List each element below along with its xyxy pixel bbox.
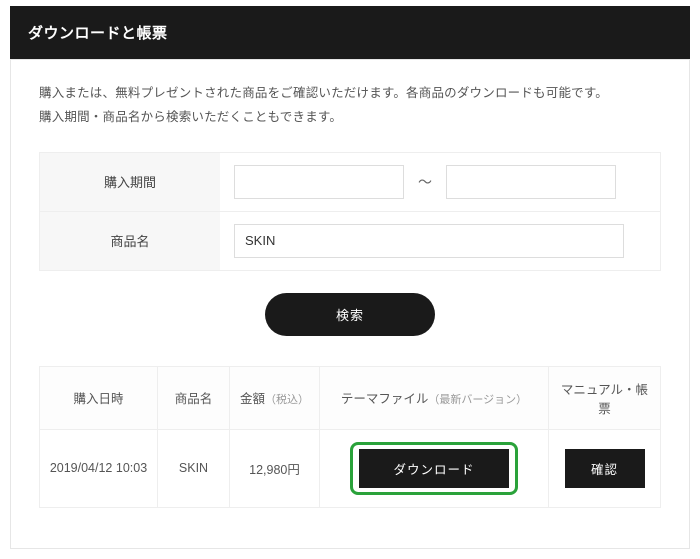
- results-table: 購入日時 商品名 金額（税込） テーマファイル（最新バージョン） マニュアル・帳…: [39, 366, 661, 508]
- intro-line-2: 購入期間・商品名から検索いただくこともできます。: [39, 106, 661, 130]
- th-amount-text: 金額: [240, 392, 265, 406]
- period-label: 購入期間: [40, 153, 220, 211]
- page-title: ダウンロードと帳票: [10, 6, 690, 59]
- th-amount-sub: （税込）: [265, 394, 309, 406]
- th-datetime: 購入日時: [40, 366, 158, 429]
- search-row-period: 購入期間 〜: [40, 153, 660, 212]
- download-button[interactable]: ダウンロード: [359, 449, 509, 488]
- intro-line-1: 購入または、無料プレゼントされた商品をご確認いただけます。各商品のダウンロードも…: [39, 82, 661, 106]
- cell-datetime: 2019/04/12 10:03: [40, 429, 158, 507]
- table-row: 2019/04/12 10:03 SKIN 12,980円 ダウンロード 確認: [40, 429, 661, 507]
- th-manual: マニュアル・帳票: [549, 366, 661, 429]
- cell-confirm: 確認: [549, 429, 661, 507]
- date-to-input[interactable]: [446, 165, 616, 199]
- search-button-bar: 検索: [39, 293, 661, 336]
- main-panel: 購入または、無料プレゼントされた商品をご確認いただけます。各商品のダウンロードも…: [10, 59, 690, 549]
- search-row-name: 商品名: [40, 212, 660, 270]
- cell-amount: 12,980円: [230, 429, 320, 507]
- th-product: 商品名: [158, 366, 230, 429]
- th-themefile-sub: （最新バージョン）: [428, 394, 527, 406]
- th-themefile: テーマファイル（最新バージョン）: [320, 366, 549, 429]
- product-name-field: [220, 212, 660, 270]
- cell-product: SKIN: [158, 429, 230, 507]
- table-header-row: 購入日時 商品名 金額（税込） テーマファイル（最新バージョン） マニュアル・帳…: [40, 366, 661, 429]
- period-fields: 〜: [220, 153, 660, 211]
- search-form: 購入期間 〜 商品名: [39, 152, 661, 271]
- download-highlight: ダウンロード: [350, 442, 518, 495]
- intro-text: 購入または、無料プレゼントされた商品をご確認いただけます。各商品のダウンロードも…: [39, 82, 661, 130]
- search-button[interactable]: 検索: [265, 293, 435, 336]
- product-name-label: 商品名: [40, 212, 220, 270]
- confirm-button[interactable]: 確認: [565, 449, 645, 488]
- tilde-separator: 〜: [414, 172, 436, 192]
- cell-download: ダウンロード: [320, 429, 549, 507]
- th-themefile-text: テーマファイル: [341, 392, 429, 406]
- product-name-input[interactable]: [234, 224, 624, 258]
- date-from-input[interactable]: [234, 165, 404, 199]
- th-amount: 金額（税込）: [230, 366, 320, 429]
